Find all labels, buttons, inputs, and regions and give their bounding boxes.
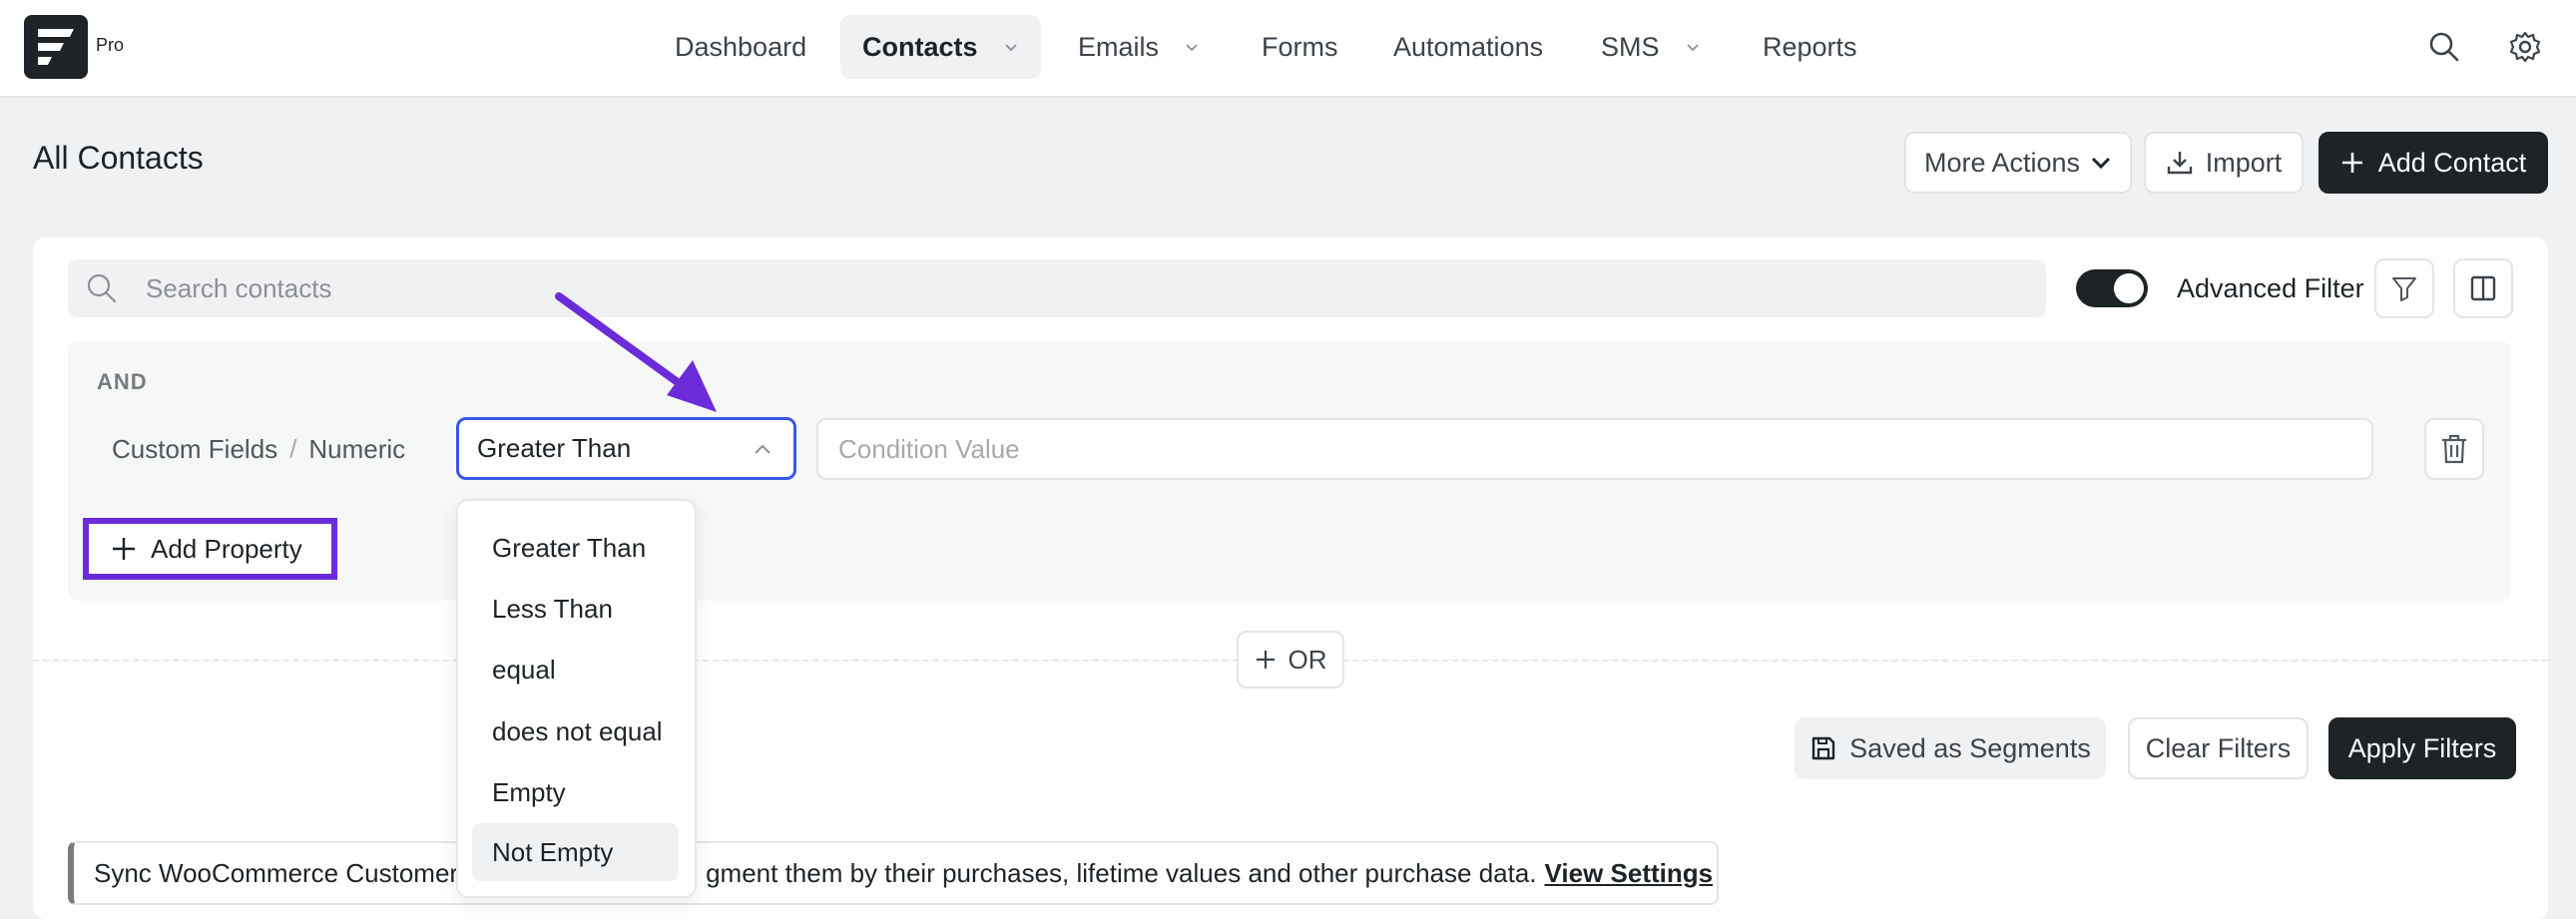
or-label: OR [1288, 644, 1327, 675]
add-contact-button[interactable]: Add Contact [2318, 132, 2548, 194]
nav-automations[interactable]: Automations [1371, 15, 1565, 79]
condition-option-not-equal[interactable]: does not equal [472, 702, 679, 760]
clear-filters-label: Clear Filters [2145, 732, 2292, 763]
view-settings-link[interactable]: View Settings [1545, 858, 1714, 889]
woocommerce-sync-banner: Sync WooCommerce Customers gment them by… [68, 841, 1719, 905]
gear-icon[interactable] [2508, 30, 2542, 64]
breadcrumb-separator: / [289, 434, 297, 464]
add-or-group-button[interactable]: OR [1237, 631, 1344, 689]
condition-option-less-than[interactable]: Less Than [472, 580, 679, 638]
filter-button[interactable] [2374, 258, 2434, 318]
nav-sms[interactable]: SMS [1579, 15, 1722, 79]
chevron-down-icon [1186, 44, 1198, 52]
saved-segments-label: Saved as Segments [1849, 732, 2091, 763]
pro-badge: Pro [96, 35, 125, 55]
plus-icon [2341, 153, 2362, 173]
more-actions-label: More Actions [1923, 147, 2081, 178]
condition-option-empty[interactable]: Empty [472, 763, 679, 821]
import-label: Import [2205, 147, 2283, 178]
nav-reports[interactable]: Reports [1741, 15, 1879, 79]
and-operator-label: AND [97, 369, 148, 394]
nav-dashboard-label: Dashboard [675, 31, 807, 62]
condition-dropdown-menu: Greater Than Less Than equal does not eq… [456, 499, 697, 898]
nav-contacts-label: Contacts [862, 31, 978, 62]
filter-icon [2392, 277, 2416, 301]
toggle-knob [2114, 273, 2144, 303]
nav-forms[interactable]: Forms [1240, 15, 1360, 79]
top-navigation: Pro Dashboard Contacts Emails Forms Auto… [0, 0, 2576, 98]
chevron-up-icon [755, 444, 771, 454]
nav-emails-label: Emails [1078, 31, 1160, 62]
condition-option-equal[interactable]: equal [472, 641, 679, 698]
save-icon [1811, 736, 1835, 760]
nav-sms-label: SMS [1601, 31, 1660, 62]
page-title: All Contacts [33, 140, 204, 176]
plus-icon [1256, 651, 1275, 669]
add-property-label: Add Property [151, 533, 302, 564]
nav-contacts[interactable]: Contacts [840, 15, 1041, 79]
more-actions-button[interactable]: More Actions [1904, 132, 2132, 194]
condition-select[interactable]: Greater Than [456, 417, 796, 480]
download-icon [2167, 152, 2192, 175]
chevron-down-icon [2091, 157, 2111, 170]
search-input[interactable] [146, 259, 2022, 317]
chevron-down-icon [1686, 44, 1699, 52]
nav-reports-label: Reports [1763, 31, 1857, 62]
logo[interactable] [24, 15, 88, 79]
advanced-filter-label: Advanced Filter [2177, 273, 2364, 303]
condition-value-input[interactable] [818, 420, 2371, 478]
condition-value-field [816, 418, 2373, 480]
plus-icon [113, 538, 135, 560]
apply-filters-label: Apply Filters [2347, 732, 2497, 763]
columns-icon [2470, 275, 2496, 301]
property-breadcrumb: Custom Fields / Numeric [112, 434, 405, 465]
trash-icon [2442, 434, 2466, 464]
search-icon[interactable] [2427, 30, 2461, 64]
import-button[interactable]: Import [2144, 132, 2304, 194]
search-icon [87, 273, 117, 303]
delete-condition-button[interactable] [2424, 418, 2484, 480]
clear-filters-button[interactable]: Clear Filters [2128, 717, 2309, 779]
add-contact-label: Add Contact [2377, 147, 2527, 178]
nav-dashboard[interactable]: Dashboard [653, 15, 828, 79]
columns-button[interactable] [2453, 258, 2513, 318]
nav-automations-label: Automations [1393, 31, 1544, 62]
banner-text-start: Sync WooCommerce Customers [94, 857, 472, 888]
apply-filters-button[interactable]: Apply Filters [2328, 717, 2516, 779]
property-group: Custom Fields [112, 434, 278, 464]
search-bar [68, 259, 2046, 317]
banner-text-end: gment them by their purchases, lifetime … [706, 857, 1537, 888]
add-property-button[interactable]: Add Property [83, 518, 337, 580]
condition-select-value: Greater Than [477, 433, 632, 463]
condition-option-greater-than[interactable]: Greater Than [472, 519, 679, 577]
nav-emails[interactable]: Emails [1056, 15, 1221, 79]
nav-forms-label: Forms [1262, 31, 1338, 62]
chevron-down-icon [1004, 44, 1017, 52]
property-name: Numeric [308, 434, 406, 464]
saved-as-segments-button[interactable]: Saved as Segments [1795, 717, 2106, 779]
advanced-filter-toggle[interactable] [2076, 269, 2148, 307]
condition-option-not-empty[interactable]: Not Empty [472, 823, 679, 881]
